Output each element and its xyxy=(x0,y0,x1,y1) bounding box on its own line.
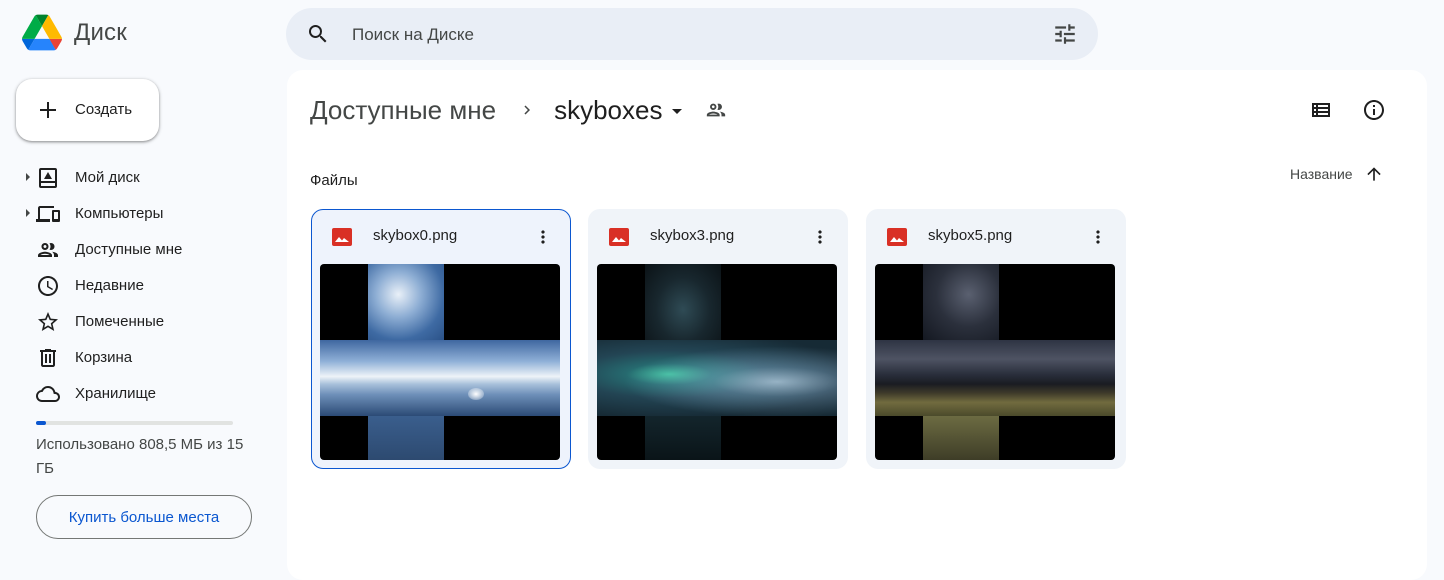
cubemap-face-middle xyxy=(875,340,1115,416)
search-icon[interactable] xyxy=(306,22,330,46)
cubemap-face-bottom xyxy=(368,416,444,460)
sidebar-item-my-drive[interactable]: Мой диск xyxy=(0,160,260,196)
search-options-icon[interactable] xyxy=(1052,21,1078,47)
file-card[interactable]: skybox3.png xyxy=(588,209,848,469)
file-name: skybox0.png xyxy=(373,227,458,244)
sidebar-item-shared-with-me[interactable]: Доступные мне xyxy=(0,232,260,268)
plus-icon xyxy=(40,102,56,118)
cubemap-face-middle xyxy=(597,340,837,416)
shared-with-me-icon xyxy=(38,243,58,257)
sidebar-item-trash[interactable]: Корзина xyxy=(0,340,260,376)
cloud-icon xyxy=(36,386,60,402)
sort-label: Название xyxy=(1290,166,1353,182)
section-label-files: Файлы xyxy=(310,172,358,189)
more-vert-icon[interactable] xyxy=(533,226,553,248)
file-card[interactable]: skybox5.png xyxy=(866,209,1126,469)
storage-meter xyxy=(36,421,233,425)
search-bar[interactable] xyxy=(286,8,1098,60)
cubemap-face-bottom xyxy=(645,416,721,460)
image-file-icon xyxy=(609,228,629,246)
drive-logo-icon xyxy=(22,14,62,51)
cubemap-face-middle xyxy=(320,340,560,416)
file-thumbnail[interactable] xyxy=(875,264,1115,460)
cubemap-face-bottom xyxy=(923,416,999,460)
star-icon xyxy=(38,312,58,331)
new-button[interactable]: Создать xyxy=(16,79,159,141)
drive-logo[interactable]: Диск xyxy=(22,14,127,51)
main-panel: Доступные мне skyboxes Файлы Название sk… xyxy=(287,70,1427,580)
expand-caret-icon[interactable] xyxy=(26,209,30,217)
sidebar-item-starred[interactable]: Помеченные xyxy=(0,304,260,340)
sidebar-item-label: Доступные мне xyxy=(75,241,183,258)
sidebar-item-label: Мой диск xyxy=(75,169,140,186)
file-name: skybox3.png xyxy=(650,227,735,244)
arrow-up-icon[interactable] xyxy=(1364,164,1384,184)
clock-icon xyxy=(38,276,58,296)
image-file-icon xyxy=(887,228,907,246)
sun-glare xyxy=(468,388,484,400)
chevron-right-icon xyxy=(524,105,531,115)
expand-caret-icon[interactable] xyxy=(26,173,30,181)
info-icon[interactable] xyxy=(1362,98,1386,122)
storage-usage-text: Использовано 808,5 МБ из 15 ГБ xyxy=(36,436,244,477)
file-thumbnail[interactable] xyxy=(597,264,837,460)
buy-storage-button[interactable]: Купить больше места xyxy=(36,495,252,539)
search-input[interactable] xyxy=(350,20,1034,50)
sidebar-item-recent[interactable]: Недавние xyxy=(0,268,260,304)
file-thumbnail[interactable] xyxy=(320,264,560,460)
more-vert-icon[interactable] xyxy=(1088,226,1108,248)
app-title: Диск xyxy=(74,18,127,46)
breadcrumb-root[interactable]: Доступные мне xyxy=(310,95,496,126)
sidebar-item-label: Недавние xyxy=(75,277,144,294)
more-vert-icon[interactable] xyxy=(810,226,830,248)
sidebar-item-computers[interactable]: Компьютеры xyxy=(0,196,260,232)
sidebar-item-label: Компьютеры xyxy=(75,205,164,222)
list-view-icon[interactable] xyxy=(1309,98,1333,122)
my-drive-icon xyxy=(39,168,57,188)
file-card[interactable]: skybox0.png xyxy=(311,209,571,469)
trash-icon xyxy=(40,349,56,367)
new-button-label: Создать xyxy=(75,101,133,118)
cubemap-face-top xyxy=(368,264,444,340)
shared-folder-icon xyxy=(707,103,726,117)
image-file-icon xyxy=(332,228,352,246)
folder-menu-dropdown-icon[interactable] xyxy=(672,108,683,114)
sidebar-nav: Мой диск Компьютеры Доступные мне Недавн… xyxy=(0,160,260,412)
file-name: skybox5.png xyxy=(928,227,1013,244)
sidebar-item-storage[interactable]: Хранилище xyxy=(0,376,260,412)
cubemap-face-top xyxy=(923,264,999,340)
computers-icon xyxy=(36,206,60,222)
sort-by-name-button[interactable]: Название xyxy=(1290,164,1384,184)
sidebar-item-label: Хранилище xyxy=(75,385,156,402)
cubemap-face-top xyxy=(645,264,721,340)
breadcrumb-current-folder[interactable]: skyboxes xyxy=(554,95,662,126)
storage-meter-fill xyxy=(36,421,47,425)
breadcrumb: Доступные мне skyboxes xyxy=(310,94,727,126)
sidebar-item-label: Корзина xyxy=(75,349,133,366)
sidebar-item-label: Помеченные xyxy=(75,313,165,330)
